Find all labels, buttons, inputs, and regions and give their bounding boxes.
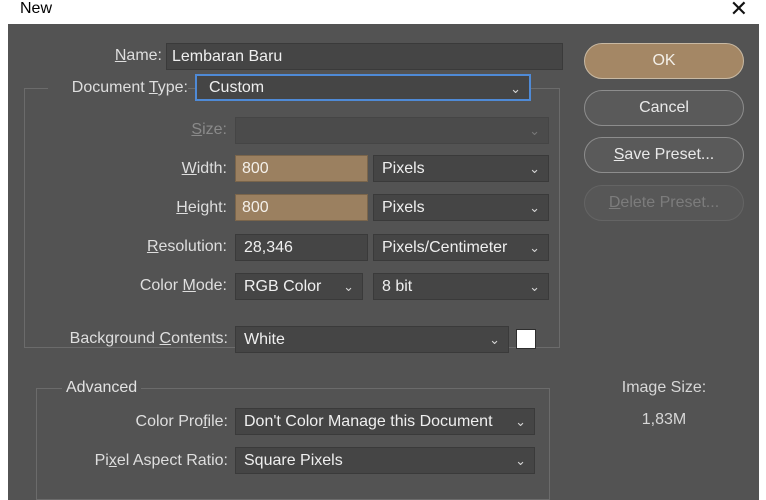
close-icon[interactable]: ✕ (730, 0, 748, 20)
save-preset-button[interactable]: Save Preset... (584, 137, 744, 173)
chevron-down-icon: ⌄ (529, 279, 540, 294)
background-color-swatch[interactable] (516, 329, 536, 349)
resolution-unit-select[interactable]: Pixels/Centimeter ⌄ (373, 234, 549, 261)
color-mode-select[interactable]: RGB Color ⌄ (235, 273, 363, 300)
bit-depth-select[interactable]: 8 bit ⌄ (373, 273, 549, 300)
size-select: ⌄ (235, 117, 549, 144)
size-label: Size: (191, 121, 227, 138)
chevron-down-icon: ⌄ (510, 81, 521, 96)
height-unit-value: Pixels (382, 199, 425, 216)
background-contents-value: White (244, 331, 285, 348)
advanced-groupbox (36, 388, 550, 500)
ok-button[interactable]: OK (584, 43, 744, 79)
pixel-aspect-ratio-select[interactable]: Square Pixels ⌄ (235, 447, 535, 474)
window-frame-right (759, 24, 766, 500)
chevron-down-icon: ⌄ (529, 240, 540, 255)
color-profile-select[interactable]: Don't Color Manage this Document ⌄ (235, 408, 535, 435)
window-title: New (20, 0, 53, 17)
width-unit-value: Pixels (382, 160, 425, 177)
chevron-down-icon: ⌄ (343, 279, 354, 294)
color-profile-value: Don't Color Manage this Document (244, 413, 493, 430)
cancel-button[interactable]: Cancel (584, 90, 744, 126)
chevron-down-icon: ⌄ (515, 453, 526, 468)
chevron-down-icon: ⌄ (529, 123, 540, 138)
height-input[interactable]: 800 (235, 194, 368, 221)
width-input[interactable]: 800 (235, 155, 368, 182)
chevron-down-icon: ⌄ (529, 200, 540, 215)
color-mode-label: Color Mode: (139, 277, 227, 294)
chevron-down-icon: ⌄ (529, 161, 540, 176)
chevron-down-icon: ⌄ (489, 332, 500, 347)
image-size-value: 1,83M (641, 411, 687, 428)
resolution-input[interactable]: 28,346 (235, 234, 368, 261)
document-type-select[interactable]: Custom ⌄ (195, 74, 531, 101)
color-mode-value: RGB Color (244, 278, 322, 295)
document-type-label: Document Type: (48, 78, 188, 98)
delete-preset-button: Delete Preset... (584, 185, 744, 221)
image-size-label: Image Size: (621, 379, 707, 396)
width-unit-select[interactable]: Pixels ⌄ (373, 155, 549, 182)
new-document-dialog: Name: Lembaran Baru Document Type: Custo… (8, 24, 759, 500)
name-input[interactable]: Lembaran Baru (166, 43, 563, 70)
resolution-label: Resolution: (146, 238, 227, 255)
title-bar: New ✕ (0, 0, 766, 24)
color-profile-label: Color Profile: (135, 413, 228, 430)
background-contents-select[interactable]: White ⌄ (235, 326, 509, 353)
height-unit-select[interactable]: Pixels ⌄ (373, 194, 549, 221)
height-label: Height: (176, 199, 227, 216)
bit-depth-value: 8 bit (382, 278, 413, 295)
name-label: Name: (114, 47, 162, 64)
pixel-aspect-ratio-label: Pixel Aspect Ratio: (94, 452, 228, 469)
pixel-aspect-ratio-value: Square Pixels (244, 452, 343, 469)
chevron-down-icon: ⌄ (515, 414, 526, 429)
width-label: Width: (181, 160, 227, 177)
advanced-title: Advanced (62, 378, 142, 398)
resolution-unit-value: Pixels/Centimeter (382, 239, 508, 256)
background-contents-label: Background Contents: (69, 330, 228, 347)
document-type-value: Custom (209, 79, 265, 96)
window-frame-left (0, 24, 8, 500)
